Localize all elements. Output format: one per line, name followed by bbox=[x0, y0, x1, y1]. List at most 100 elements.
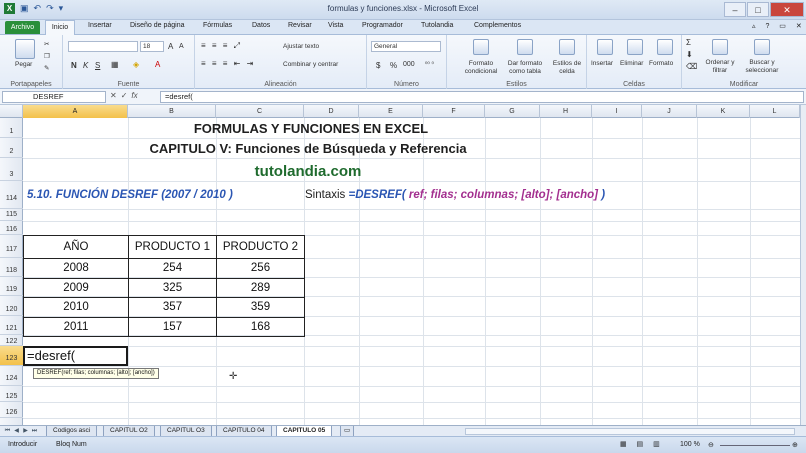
table-header[interactable]: PRODUCTO 2 bbox=[216, 235, 305, 259]
enter-icon[interactable]: ✓ bbox=[121, 91, 132, 100]
active-cell-editor[interactable]: =desref( bbox=[23, 346, 128, 366]
fill-icon[interactable]: ⬇ bbox=[686, 50, 693, 59]
copy-icon[interactable]: ❐ bbox=[44, 52, 50, 60]
clear-icon[interactable]: ⌫ bbox=[686, 62, 697, 71]
formula-input[interactable]: =desref( bbox=[160, 91, 804, 103]
table-cell[interactable]: 256 bbox=[216, 258, 305, 279]
conditional-format-button[interactable]: Formato condicional bbox=[459, 60, 503, 76]
merge-center-button[interactable]: Combinar y centrar bbox=[283, 61, 338, 68]
font-name-select[interactable] bbox=[68, 41, 138, 52]
underline-button[interactable]: S bbox=[95, 61, 100, 70]
prev-sheet-icon[interactable]: ◀ bbox=[13, 427, 20, 435]
close-button[interactable]: ✕ bbox=[770, 2, 804, 17]
column-header[interactable]: J bbox=[642, 105, 697, 118]
fill-color-icon[interactable]: ◈ bbox=[133, 60, 139, 69]
table-cell[interactable]: 2010 bbox=[23, 297, 129, 318]
tab-insert[interactable]: Insertar bbox=[88, 22, 112, 29]
table-cell[interactable]: 289 bbox=[216, 277, 305, 298]
name-box[interactable]: DESREF bbox=[2, 91, 106, 103]
table-cell[interactable]: 2008 bbox=[23, 258, 129, 279]
table-header[interactable]: AÑO bbox=[23, 235, 129, 259]
tab-addins[interactable]: Complementos bbox=[474, 22, 521, 29]
minimize-button[interactable]: – bbox=[724, 2, 746, 17]
table-header[interactable]: PRODUCTO 1 bbox=[128, 235, 217, 259]
row-header[interactable]: 125 bbox=[0, 386, 23, 402]
cell-styles-button[interactable]: Estilos de celda bbox=[547, 60, 587, 76]
format-painter-icon[interactable]: ✎ bbox=[44, 64, 49, 72]
row-header[interactable]: 2 bbox=[0, 138, 23, 158]
italic-button[interactable]: K bbox=[83, 61, 88, 70]
row-header[interactable]: 114 bbox=[0, 181, 23, 209]
table-cell[interactable]: 254 bbox=[128, 258, 217, 279]
delete-cells-button[interactable]: Eliminar bbox=[620, 60, 643, 67]
column-header[interactable]: D bbox=[304, 105, 359, 118]
grow-font-icon[interactable]: A bbox=[168, 42, 173, 51]
table-cell[interactable]: 325 bbox=[128, 277, 217, 298]
row-header[interactable]: 116 bbox=[0, 221, 23, 235]
tab-developer[interactable]: Programador bbox=[362, 22, 403, 29]
tab-formulas[interactable]: Fórmulas bbox=[203, 22, 232, 29]
table-cell[interactable]: 2009 bbox=[23, 277, 129, 298]
format-as-table-button[interactable]: Dar formato como tabla bbox=[503, 60, 547, 76]
last-sheet-icon[interactable]: ⏭ bbox=[31, 427, 38, 435]
function-tooltip[interactable]: DESREF(ref; filas; columnas; [alto]; [an… bbox=[33, 368, 159, 379]
format-cells-button[interactable]: Formato bbox=[649, 60, 673, 67]
bold-button[interactable]: N bbox=[71, 61, 77, 70]
row-header[interactable]: 121 bbox=[0, 316, 23, 335]
insert-function-button[interactable]: fx bbox=[131, 91, 137, 100]
row-header[interactable]: 115 bbox=[0, 209, 23, 221]
zoom-level[interactable]: 100 % bbox=[680, 441, 700, 448]
column-header[interactable]: H bbox=[540, 105, 592, 118]
currency-button[interactable]: $ bbox=[376, 61, 380, 70]
zoom-slider[interactable] bbox=[720, 445, 790, 446]
tab-review[interactable]: Revisar bbox=[288, 22, 312, 29]
zoom-out-icon[interactable]: ⊖ bbox=[708, 441, 714, 449]
table-cell[interactable]: 157 bbox=[128, 316, 217, 337]
tab-page-layout[interactable]: Diseño de página bbox=[130, 22, 185, 29]
column-header[interactable]: B bbox=[128, 105, 216, 118]
row-header[interactable]: 124 bbox=[0, 366, 23, 386]
find-select-button[interactable]: Buscar y seleccionar bbox=[738, 59, 786, 75]
conditional-format-icon[interactable] bbox=[473, 39, 489, 55]
sort-filter-button[interactable]: Ordenar y filtrar bbox=[700, 59, 740, 75]
tab-view[interactable]: Vista bbox=[328, 22, 343, 29]
help-icons[interactable]: ▵ ? ▭ ✕ bbox=[752, 22, 806, 30]
view-buttons-icon[interactable]: ▦ ▤ ▥ bbox=[620, 440, 664, 448]
cut-icon[interactable]: ✂ bbox=[44, 40, 49, 48]
decimal-icons[interactable]: ⁰⁰ ⁰ bbox=[425, 61, 434, 68]
vertical-scrollbar[interactable] bbox=[800, 105, 806, 425]
tab-file[interactable]: Archivo bbox=[5, 21, 40, 34]
format-cells-icon[interactable] bbox=[657, 39, 673, 55]
cancel-icon[interactable]: ✕ bbox=[110, 91, 121, 100]
sort-filter-icon[interactable] bbox=[712, 39, 728, 55]
maximize-button[interactable]: □ bbox=[747, 2, 769, 17]
row-header[interactable]: 120 bbox=[0, 296, 23, 316]
insert-cells-button[interactable]: Insertar bbox=[591, 60, 613, 67]
table-cell[interactable]: 168 bbox=[216, 316, 305, 337]
row-header[interactable]: 126 bbox=[0, 402, 23, 418]
wrap-text-button[interactable]: Ajustar texto bbox=[283, 43, 319, 50]
tab-data[interactable]: Datos bbox=[252, 22, 270, 29]
insert-cells-icon[interactable] bbox=[597, 39, 613, 55]
font-size-select[interactable]: 18 bbox=[140, 41, 164, 52]
row-header[interactable]: 119 bbox=[0, 277, 23, 296]
table-cell[interactable]: 359 bbox=[216, 297, 305, 318]
column-header[interactable]: I bbox=[592, 105, 642, 118]
column-header[interactable]: C bbox=[216, 105, 304, 118]
first-sheet-icon[interactable]: ⏮ bbox=[4, 427, 11, 435]
percent-button[interactable]: % bbox=[390, 61, 397, 70]
row-header[interactable]: 122 bbox=[0, 335, 23, 346]
delete-cells-icon[interactable] bbox=[627, 39, 643, 55]
table-cell[interactable]: 2011 bbox=[23, 316, 129, 337]
column-header[interactable]: E bbox=[359, 105, 423, 118]
worksheet-grid[interactable]: FORMULAS Y FUNCIONES EN EXCEL CAPITULO V… bbox=[23, 118, 800, 425]
column-header[interactable]: F bbox=[423, 105, 485, 118]
paste-button-label[interactable]: Pegar bbox=[15, 61, 32, 68]
find-select-icon[interactable] bbox=[754, 39, 770, 55]
autosum-icon[interactable]: Σ bbox=[686, 38, 691, 47]
vertical-align-icons[interactable]: ≡ ≡ ≡ ⤢ bbox=[201, 41, 242, 51]
row-header[interactable]: 123 bbox=[0, 346, 23, 366]
number-format-select[interactable]: General bbox=[371, 41, 441, 52]
row-header[interactable]: 1 bbox=[0, 118, 23, 138]
cell-styles-icon[interactable] bbox=[559, 39, 575, 55]
